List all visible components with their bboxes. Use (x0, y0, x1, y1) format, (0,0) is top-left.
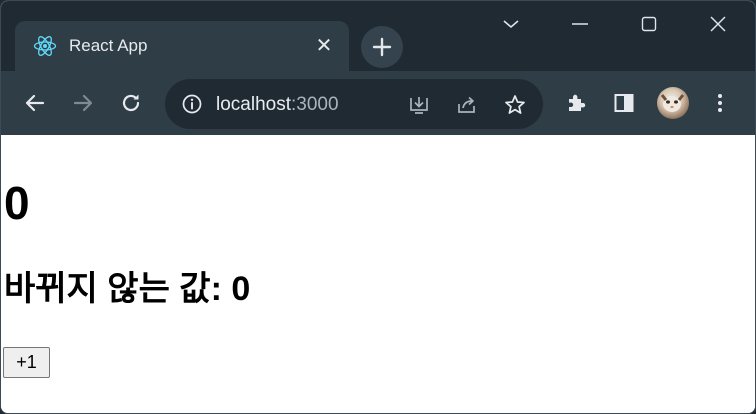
back-button[interactable] (19, 87, 51, 119)
react-logo-icon (33, 34, 57, 58)
arrow-right-icon (73, 94, 93, 112)
more-vertical-icon (718, 94, 722, 112)
side-panel-icon (614, 94, 634, 112)
url-text[interactable]: localhost:3000 (216, 94, 339, 116)
unchanging-value-heading: 바뀌지 않는 값: 0 (4, 270, 251, 308)
minimize-button[interactable] (558, 9, 602, 39)
arrow-left-icon (25, 94, 45, 112)
tab-close-icon[interactable]: ✕ (313, 35, 335, 57)
counter-value: 0 (4, 177, 30, 229)
info-icon[interactable] (181, 93, 203, 115)
chevron-down-icon (503, 20, 519, 29)
install-app-icon[interactable] (406, 92, 432, 118)
extensions-button[interactable] (560, 87, 592, 119)
increment-button[interactable]: +1 (3, 347, 50, 378)
puzzle-piece-icon (569, 94, 586, 111)
maximize-button[interactable] (627, 9, 671, 39)
bookmark-star-icon[interactable] (502, 92, 528, 118)
share-icon[interactable] (454, 92, 480, 118)
plus-icon (372, 37, 392, 57)
browser-window: React App ✕ localhost:3000 0 바뀌지 않는 값: 0… (0, 0, 756, 414)
url-port: :3000 (291, 94, 339, 115)
reload-icon (122, 94, 140, 112)
browser-menu-button[interactable] (704, 87, 736, 119)
forward-button[interactable] (67, 87, 99, 119)
reload-button[interactable] (115, 87, 147, 119)
new-tab-button[interactable] (361, 26, 403, 68)
url-host: localhost (216, 94, 291, 115)
avatar-photo-icon (660, 94, 685, 112)
address-bar[interactable]: localhost:3000 (165, 79, 543, 129)
close-icon (710, 16, 726, 32)
minimize-icon (572, 23, 588, 25)
profile-avatar[interactable] (657, 87, 689, 119)
tab-strip: React App ✕ (1, 1, 755, 71)
page-content: 0 바뀌지 않는 값: 0 +1 (1, 135, 755, 413)
tab-search-button[interactable] (489, 9, 533, 39)
tab-title: React App (69, 36, 148, 55)
browser-toolbar: localhost:3000 (1, 71, 755, 135)
maximize-icon (641, 16, 657, 32)
tab-react-app[interactable]: React App ✕ (15, 21, 349, 71)
close-window-button[interactable] (696, 9, 740, 39)
side-panel-button[interactable] (608, 87, 640, 119)
